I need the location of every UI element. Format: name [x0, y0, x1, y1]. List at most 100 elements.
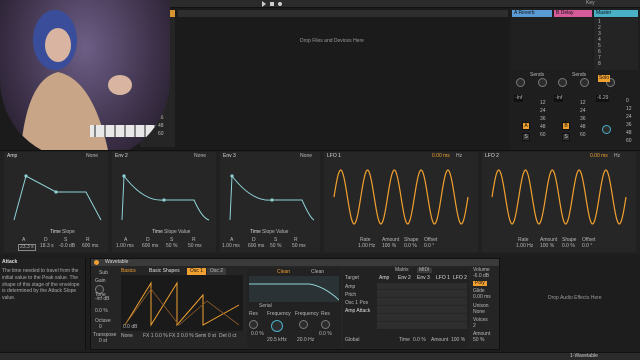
octave-value[interactable]: 0	[99, 325, 102, 330]
send-knob-b2[interactable]	[580, 78, 589, 87]
return-b-header[interactable]: B Delay	[554, 10, 592, 17]
lfo-offset-value[interactable]: 0.0 °	[424, 244, 434, 249]
envelope-sustain-value[interactable]: -0.0 dB	[59, 244, 75, 249]
envelope-tab-time[interactable]: Time	[50, 230, 61, 235]
envelope-graph[interactable]	[6, 162, 106, 224]
envelope-graph[interactable]	[222, 162, 318, 224]
mod-grid[interactable]	[377, 283, 467, 329]
filter-circuit[interactable]: Serial	[259, 304, 272, 309]
glide-value[interactable]: 0.00 ms	[473, 295, 491, 300]
wavetable-display[interactable]	[121, 275, 243, 331]
device-title-bar[interactable]: Wavetable	[91, 259, 499, 266]
lfo-time[interactable]: 0.00 ms	[432, 154, 450, 159]
mod-row-pitch[interactable]: Pitch	[345, 293, 356, 298]
lfo-unit[interactable]: Hz	[456, 154, 462, 159]
osc-gain-value[interactable]: 0.0 dB	[123, 325, 137, 330]
return-b-activator[interactable]: B	[562, 122, 570, 130]
lfo-unit[interactable]: Hz	[614, 154, 620, 159]
filter-freq-knob[interactable]	[271, 320, 283, 332]
osc-semi[interactable]: Semi 0 st	[195, 334, 216, 339]
record-button[interactable]	[278, 2, 282, 6]
poly-toggle[interactable]: Poly	[473, 281, 487, 286]
envelope-tab-time[interactable]: Time	[152, 230, 163, 235]
send-knob-a1[interactable]	[516, 78, 525, 87]
status-track-name[interactable]: 1-Wavetable	[570, 354, 598, 359]
lfo-rate-value[interactable]: 1.00 Hz	[358, 244, 375, 249]
osc-fx2[interactable]: FX 2 0.0 %	[169, 334, 194, 339]
return-b-volume[interactable]: -Inf	[554, 95, 564, 102]
lfo-shape-value[interactable]: 0.0 %	[404, 244, 417, 249]
tone-value[interactable]: 0.0 %	[95, 309, 108, 314]
envelope-tab-slope[interactable]: Slope	[262, 230, 275, 235]
envelope-mode[interactable]: None	[86, 154, 98, 159]
filter2-res-knob[interactable]	[321, 320, 330, 329]
envelope-attack-value[interactable]: 23.3 s	[18, 244, 36, 251]
master-volume[interactable]: -6.29	[596, 95, 610, 102]
mod-row-ampattack[interactable]: Amp Attack	[345, 309, 370, 314]
envelope-graph[interactable]	[114, 162, 214, 224]
filter2-freq-knob[interactable]	[299, 320, 308, 329]
amount-value[interactable]: 100 %	[451, 338, 465, 343]
amount2-value[interactable]: 50 %	[473, 338, 484, 343]
envelope-release-value[interactable]: 50 ms	[188, 244, 202, 249]
unison-value[interactable]: None	[473, 310, 485, 315]
envelope-panel-env3[interactable]: Env 3 None Time Slope Value A D S R 1.00…	[220, 152, 320, 252]
envelope-tab-slope[interactable]: Slope	[62, 230, 75, 235]
envelope-sustain-value[interactable]: 50 %	[166, 244, 177, 249]
osc-mod-none[interactable]: None	[121, 334, 133, 339]
lfo-rate-value[interactable]: 1.00 Hz	[516, 244, 533, 249]
envelope-release-value[interactable]: 600 ms	[82, 244, 98, 249]
voices-value[interactable]: 2	[473, 324, 476, 329]
envelope-tab-time[interactable]: Time	[250, 230, 261, 235]
send-knob-b1[interactable]	[558, 78, 567, 87]
mod-tab-matrix[interactable]: Matrix	[395, 268, 409, 273]
return-b-solo[interactable]: S	[562, 133, 570, 141]
envelope-decay-value[interactable]: 600 ms	[142, 244, 158, 249]
osc-fx1[interactable]: FX 1 0.0 %	[143, 334, 168, 339]
envelope-tab-value[interactable]: Value	[178, 230, 190, 235]
return-a-activator[interactable]: A	[522, 122, 530, 130]
envelope-attack-value[interactable]: 1.00 ms	[116, 244, 134, 249]
envelope-mode[interactable]: None	[300, 154, 312, 159]
lfo-waveform[interactable]	[326, 162, 476, 232]
tab-osc2[interactable]: Osc 2	[207, 268, 227, 275]
audio-effects-drop-zone[interactable]: Drop Audio Effects Here	[504, 258, 638, 350]
envelope-sustain-value[interactable]: 50 %	[270, 244, 281, 249]
filter-mode[interactable]: Clean	[311, 270, 324, 275]
osc-category[interactable]: Basics	[121, 269, 136, 274]
filter-freq-value[interactable]: 20.5 kHz	[267, 338, 287, 343]
filter2-res-value[interactable]: 0.0 %	[319, 332, 332, 337]
master-solo-label[interactable]: Solo	[598, 75, 611, 82]
filter-type[interactable]: Clean	[277, 270, 290, 275]
envelope-panel-amp[interactable]: Amp None Time Slope A D S R 23.3 s 18.3 …	[4, 152, 108, 252]
return-a-solo[interactable]: S	[522, 133, 530, 141]
osc-wavetable-select[interactable]: Basic Shapes	[149, 269, 180, 274]
lfo-shape-value[interactable]: 0.0 %	[562, 244, 575, 249]
mod-tab-midi[interactable]: MIDI	[417, 268, 432, 273]
transpose-value[interactable]: 0 st	[99, 339, 107, 344]
envelope-tab-value[interactable]: Value	[276, 230, 288, 235]
envelope-panel-env2[interactable]: Env 2 None Time Slope Value A D S R 1.00…	[112, 152, 216, 252]
send-knob-a2[interactable]	[538, 78, 547, 87]
play-button[interactable]	[262, 1, 266, 7]
track-header-2[interactable]	[178, 10, 508, 17]
lfo-panel-1[interactable]: LFO 1 0.00 ms Hz Rate Amount Shape Offse…	[324, 152, 478, 252]
return-a-volume[interactable]: -Inf	[514, 95, 524, 102]
cue-volume-knob[interactable]	[602, 125, 611, 134]
mod-row-amp[interactable]: Amp	[345, 285, 355, 290]
return-a-header[interactable]: A Reverb	[512, 10, 552, 17]
filter-res-knob[interactable]	[249, 320, 258, 329]
envelope-tab-slope[interactable]: Slope	[164, 230, 177, 235]
time-value[interactable]: 0.0 %	[413, 338, 426, 343]
envelope-decay-value[interactable]: 18.3 s	[40, 244, 54, 249]
lfo-offset-value[interactable]: 0.0 °	[582, 244, 592, 249]
mod-row-osc1pos[interactable]: Osc 1 Pos	[345, 301, 368, 306]
envelope-attack-value[interactable]: 1.00 ms	[222, 244, 240, 249]
filter-response-graph[interactable]	[249, 276, 339, 302]
master-header[interactable]: Master	[594, 10, 638, 17]
master-slot[interactable]: 8	[598, 62, 601, 67]
device-power-icon[interactable]	[94, 260, 99, 265]
filter-res-value[interactable]: 0.0 %	[251, 332, 264, 337]
drop-files-hint[interactable]: Drop Files and Devices Here	[300, 39, 364, 44]
tab-osc1[interactable]: Osc 1	[187, 268, 207, 275]
